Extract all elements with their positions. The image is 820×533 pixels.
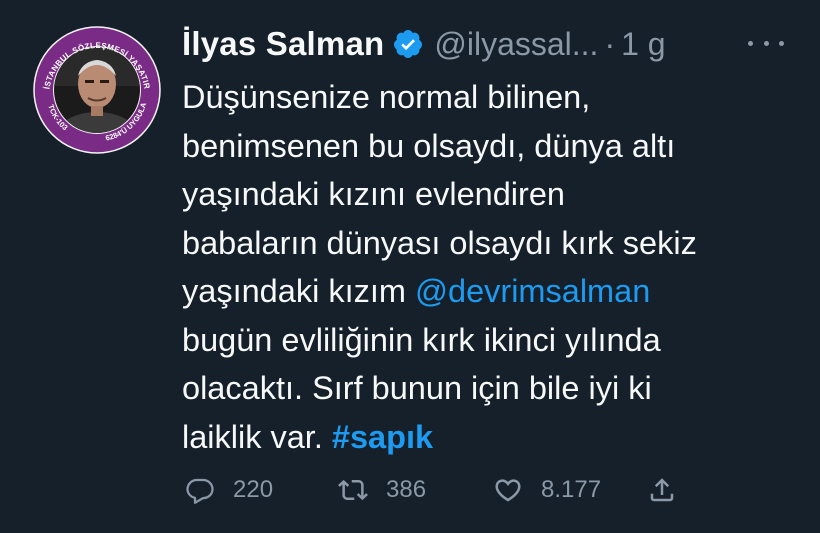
tweet-line: babaların dünyası olsaydı kırk sekiz — [182, 224, 697, 261]
author-handle[interactable]: @ilyassal... — [434, 26, 598, 63]
reply-button[interactable]: 220 — [185, 470, 273, 510]
tweet-text: Düşünsenize normal bilinen, benimsenen b… — [182, 73, 802, 461]
retweet-icon — [338, 475, 368, 505]
separator-dot: · — [604, 25, 616, 62]
tweet-card[interactable]: İSTANBUL SÖZLEŞMESİ YAŞATIR TCK-103 6284… — [0, 0, 820, 533]
avatar-image: İSTANBUL SÖZLEŞMESİ YAŞATIR TCK-103 6284… — [33, 26, 161, 154]
tweet-line: benimsenen bu olsaydı, dünya altı — [182, 127, 676, 164]
retweet-button[interactable]: 386 — [338, 470, 426, 510]
action-bar: 220 386 8.177 — [0, 470, 820, 510]
tweet-line-text: laiklik var. — [182, 418, 332, 455]
share-button[interactable] — [647, 470, 677, 510]
verified-badge-icon — [392, 28, 424, 60]
tweet-line: laiklik var. #sapık — [182, 413, 802, 462]
reply-count: 220 — [233, 476, 274, 503]
like-count: 8.177 — [541, 476, 602, 503]
tweet-line: bugün evliliğinin kırk ikinci yılında — [182, 321, 661, 358]
mention-link[interactable]: @devrimsalman — [415, 273, 650, 309]
avatar[interactable]: İSTANBUL SÖZLEŞMESİ YAŞATIR TCK-103 6284… — [33, 26, 161, 154]
more-icon[interactable] — [748, 28, 784, 58]
hashtag-link[interactable]: #sapık — [332, 419, 433, 455]
tweet-line: Düşünsenize normal bilinen, — [182, 79, 591, 115]
tweet-line: yaşındaki kızım @devrimsalman — [182, 267, 802, 316]
retweet-count: 386 — [386, 476, 427, 503]
author-name[interactable]: İlyas Salman — [182, 25, 384, 63]
reply-icon — [185, 475, 215, 505]
tweet-line: olacaktı. Sırf bunun için bile iyi ki — [182, 370, 652, 406]
tweet-header: İlyas Salman @ilyassal... · 1 g — [182, 22, 666, 66]
like-button[interactable]: 8.177 — [493, 470, 601, 510]
share-icon — [647, 475, 677, 505]
tweet-line: yaşındaki kızını evlendiren — [182, 176, 565, 212]
like-icon — [493, 475, 523, 505]
tweet-timestamp[interactable]: 1 g — [621, 26, 665, 63]
tweet-line-text: yaşındaki kızım — [182, 273, 415, 309]
